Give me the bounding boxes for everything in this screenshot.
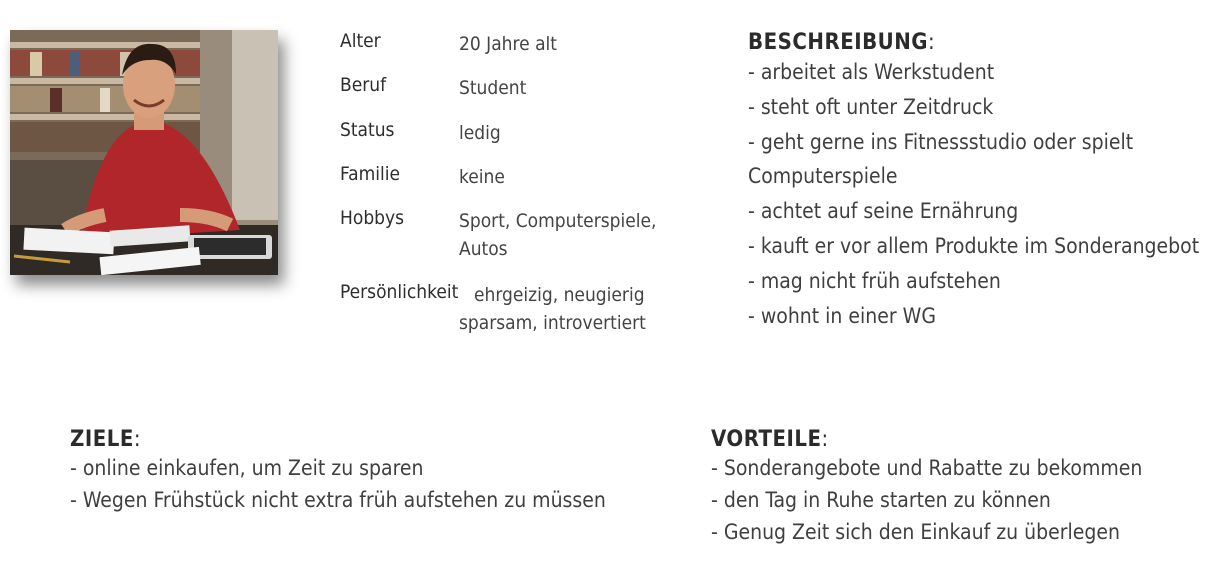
heading-colon: : <box>928 30 936 55</box>
profile-value: 20 Jahre alt <box>459 30 557 58</box>
benefits-heading: VORTEILE: <box>711 427 1142 452</box>
goals-heading: ZIELE: <box>70 427 606 452</box>
goals-list: - online einkaufen, um Zeit zu sparen - … <box>70 452 606 516</box>
list-item: - arbeitet als Werkstudent <box>748 60 995 84</box>
profile-value-line: keine <box>459 166 505 188</box>
profile-label: Persönlichkeit <box>340 281 459 303</box>
heading-colon: : <box>821 427 829 452</box>
list-item: - Wegen Frühstück nicht extra früh aufst… <box>70 488 606 512</box>
benefits-heading-text: VORTEILE <box>711 427 822 452</box>
persona-photo <box>10 30 278 275</box>
list-item: - mag nicht früh aufstehen <box>748 268 1001 293</box>
profile-value-line: Student <box>459 77 527 99</box>
profile-value: keine <box>459 163 505 191</box>
list-item: - Sonderangebote und Rabatte zu bekommen <box>711 456 1143 480</box>
description-section: BESCHREIBUNG: - arbeitet als Werkstudent… <box>748 30 1227 333</box>
list-item: - den Tag in Ruhe starten zu können <box>711 488 1051 512</box>
heading-colon: : <box>133 427 142 452</box>
profile-value: ehrgeizig, neugierig sparsam, introverti… <box>459 281 646 337</box>
description-heading: BESCHREIBUNG: <box>748 30 1227 55</box>
list-item: - geht gerne ins Fitnessstudio oder spie… <box>748 129 1134 154</box>
list-item: - wohnt in einer WG <box>748 303 936 328</box>
profile-value-line: ehrgeizig, neugierig <box>474 284 645 306</box>
profile-value: Student <box>459 74 526 102</box>
profile-value-line: sparsam, introvertiert <box>459 312 646 334</box>
profile-value-line: Autos <box>459 238 508 260</box>
profile-value-line: 20 Jahre alt <box>459 33 557 55</box>
list-item: - steht oft unter Zeitdruck <box>748 94 994 119</box>
profile-value: ledig <box>459 119 501 147</box>
profile-label: Familie <box>340 163 400 185</box>
benefits-section: VORTEILE: - Sonderangebote und Rabatte z… <box>711 427 1142 548</box>
profile-label: Beruf <box>340 74 387 96</box>
goals-section: ZIELE: - online einkaufen, um Zeit zu sp… <box>70 427 606 516</box>
description-list: - arbeitet als Werkstudent - steht oft u… <box>748 55 1227 333</box>
benefits-list: - Sonderangebote und Rabatte zu bekommen… <box>711 452 1142 548</box>
list-item: - achtet auf seine Ernährung <box>748 199 1019 224</box>
list-item: Computerspiele <box>748 164 898 189</box>
profile-value: Sport, Computerspiele, Autos <box>459 207 656 263</box>
profile-label: Status <box>340 119 395 141</box>
description-heading-text: BESCHREIBUNG <box>748 30 929 55</box>
profile-value-line: ledig <box>459 122 501 144</box>
goals-heading-text: ZIELE <box>70 427 134 452</box>
profile-label: Hobbys <box>340 207 405 229</box>
list-item: - Genug Zeit sich den Einkauf zu überleg… <box>711 520 1120 544</box>
profile-label: Alter <box>340 30 381 52</box>
profile-value-line: Sport, Computerspiele, <box>459 210 657 232</box>
list-item: - online einkaufen, um Zeit zu sparen <box>70 456 424 480</box>
list-item: - kauft er vor allem Produkte im Sondera… <box>748 233 1200 258</box>
